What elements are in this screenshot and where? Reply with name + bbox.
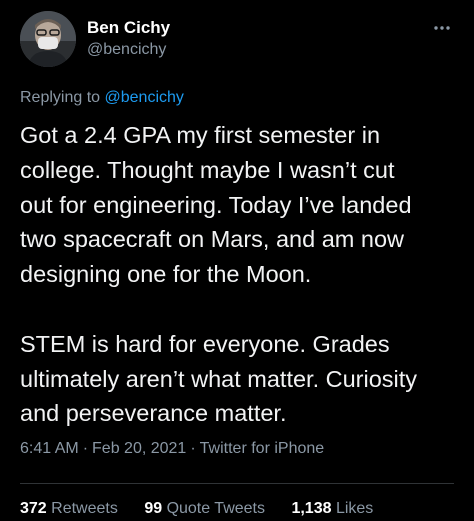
tweet-line: ultimately aren’t what matter. Curiosity bbox=[20, 365, 418, 392]
quote-tweets-stat[interactable]: 99 Quote Tweets bbox=[144, 500, 265, 518]
tweet-time[interactable]: 6:41 AM bbox=[20, 440, 79, 457]
retweets-stat[interactable]: 372 Retweets bbox=[20, 500, 118, 518]
tweet-date[interactable]: Feb 20, 2021 bbox=[92, 440, 186, 457]
profile-photo bbox=[20, 11, 76, 67]
tweet-text: Got a 2.4 GPA my first semester in colle… bbox=[20, 118, 465, 431]
tweet-line: college. Thought maybe I wasn’t cut bbox=[20, 156, 395, 183]
username[interactable]: @bencichy bbox=[87, 41, 166, 59]
tweet-source[interactable]: Twitter for iPhone bbox=[200, 440, 325, 457]
replying-to: Replying to @bencichy bbox=[20, 89, 184, 107]
divider bbox=[20, 483, 454, 484]
tweet-line: STEM is hard for everyone. Grades bbox=[20, 330, 390, 357]
tweet-line: two spacecraft on Mars, and am now bbox=[20, 226, 405, 253]
tweet-line: and perseverance matter. bbox=[20, 400, 287, 427]
tweet-meta: 6:41 AM · Feb 20, 2021 · Twitter for iPhone bbox=[20, 440, 324, 458]
avatar[interactable] bbox=[20, 11, 76, 67]
reply-mention-link[interactable]: @bencichy bbox=[105, 89, 184, 106]
tweet-line: designing one for the Moon. bbox=[20, 261, 312, 288]
retweets-label: Retweets bbox=[51, 500, 118, 517]
tweet-stats: 372 Retweets 99 Quote Tweets 1,138 Likes bbox=[20, 500, 395, 518]
likes-label: Likes bbox=[335, 500, 374, 517]
likes-count: 1,138 bbox=[291, 500, 332, 517]
display-name[interactable]: Ben Cichy bbox=[87, 18, 170, 38]
quote-tweets-label: Quote Tweets bbox=[166, 500, 265, 517]
likes-stat[interactable]: 1,138 Likes bbox=[291, 500, 373, 518]
meta-separator: · bbox=[190, 440, 196, 457]
quote-tweets-count: 99 bbox=[144, 500, 163, 517]
more-horizontal-icon[interactable] bbox=[428, 18, 456, 38]
tweet-line: Got a 2.4 GPA my first semester in bbox=[20, 122, 381, 148]
retweets-count: 372 bbox=[20, 500, 47, 517]
tweet-line: out for engineering. Today I’ve landed bbox=[20, 191, 412, 218]
meta-separator: · bbox=[82, 440, 89, 457]
tweet-card: Ben Cichy @bencichy Replying to @bencich… bbox=[0, 0, 474, 521]
replying-prefix: Replying to bbox=[20, 89, 105, 106]
